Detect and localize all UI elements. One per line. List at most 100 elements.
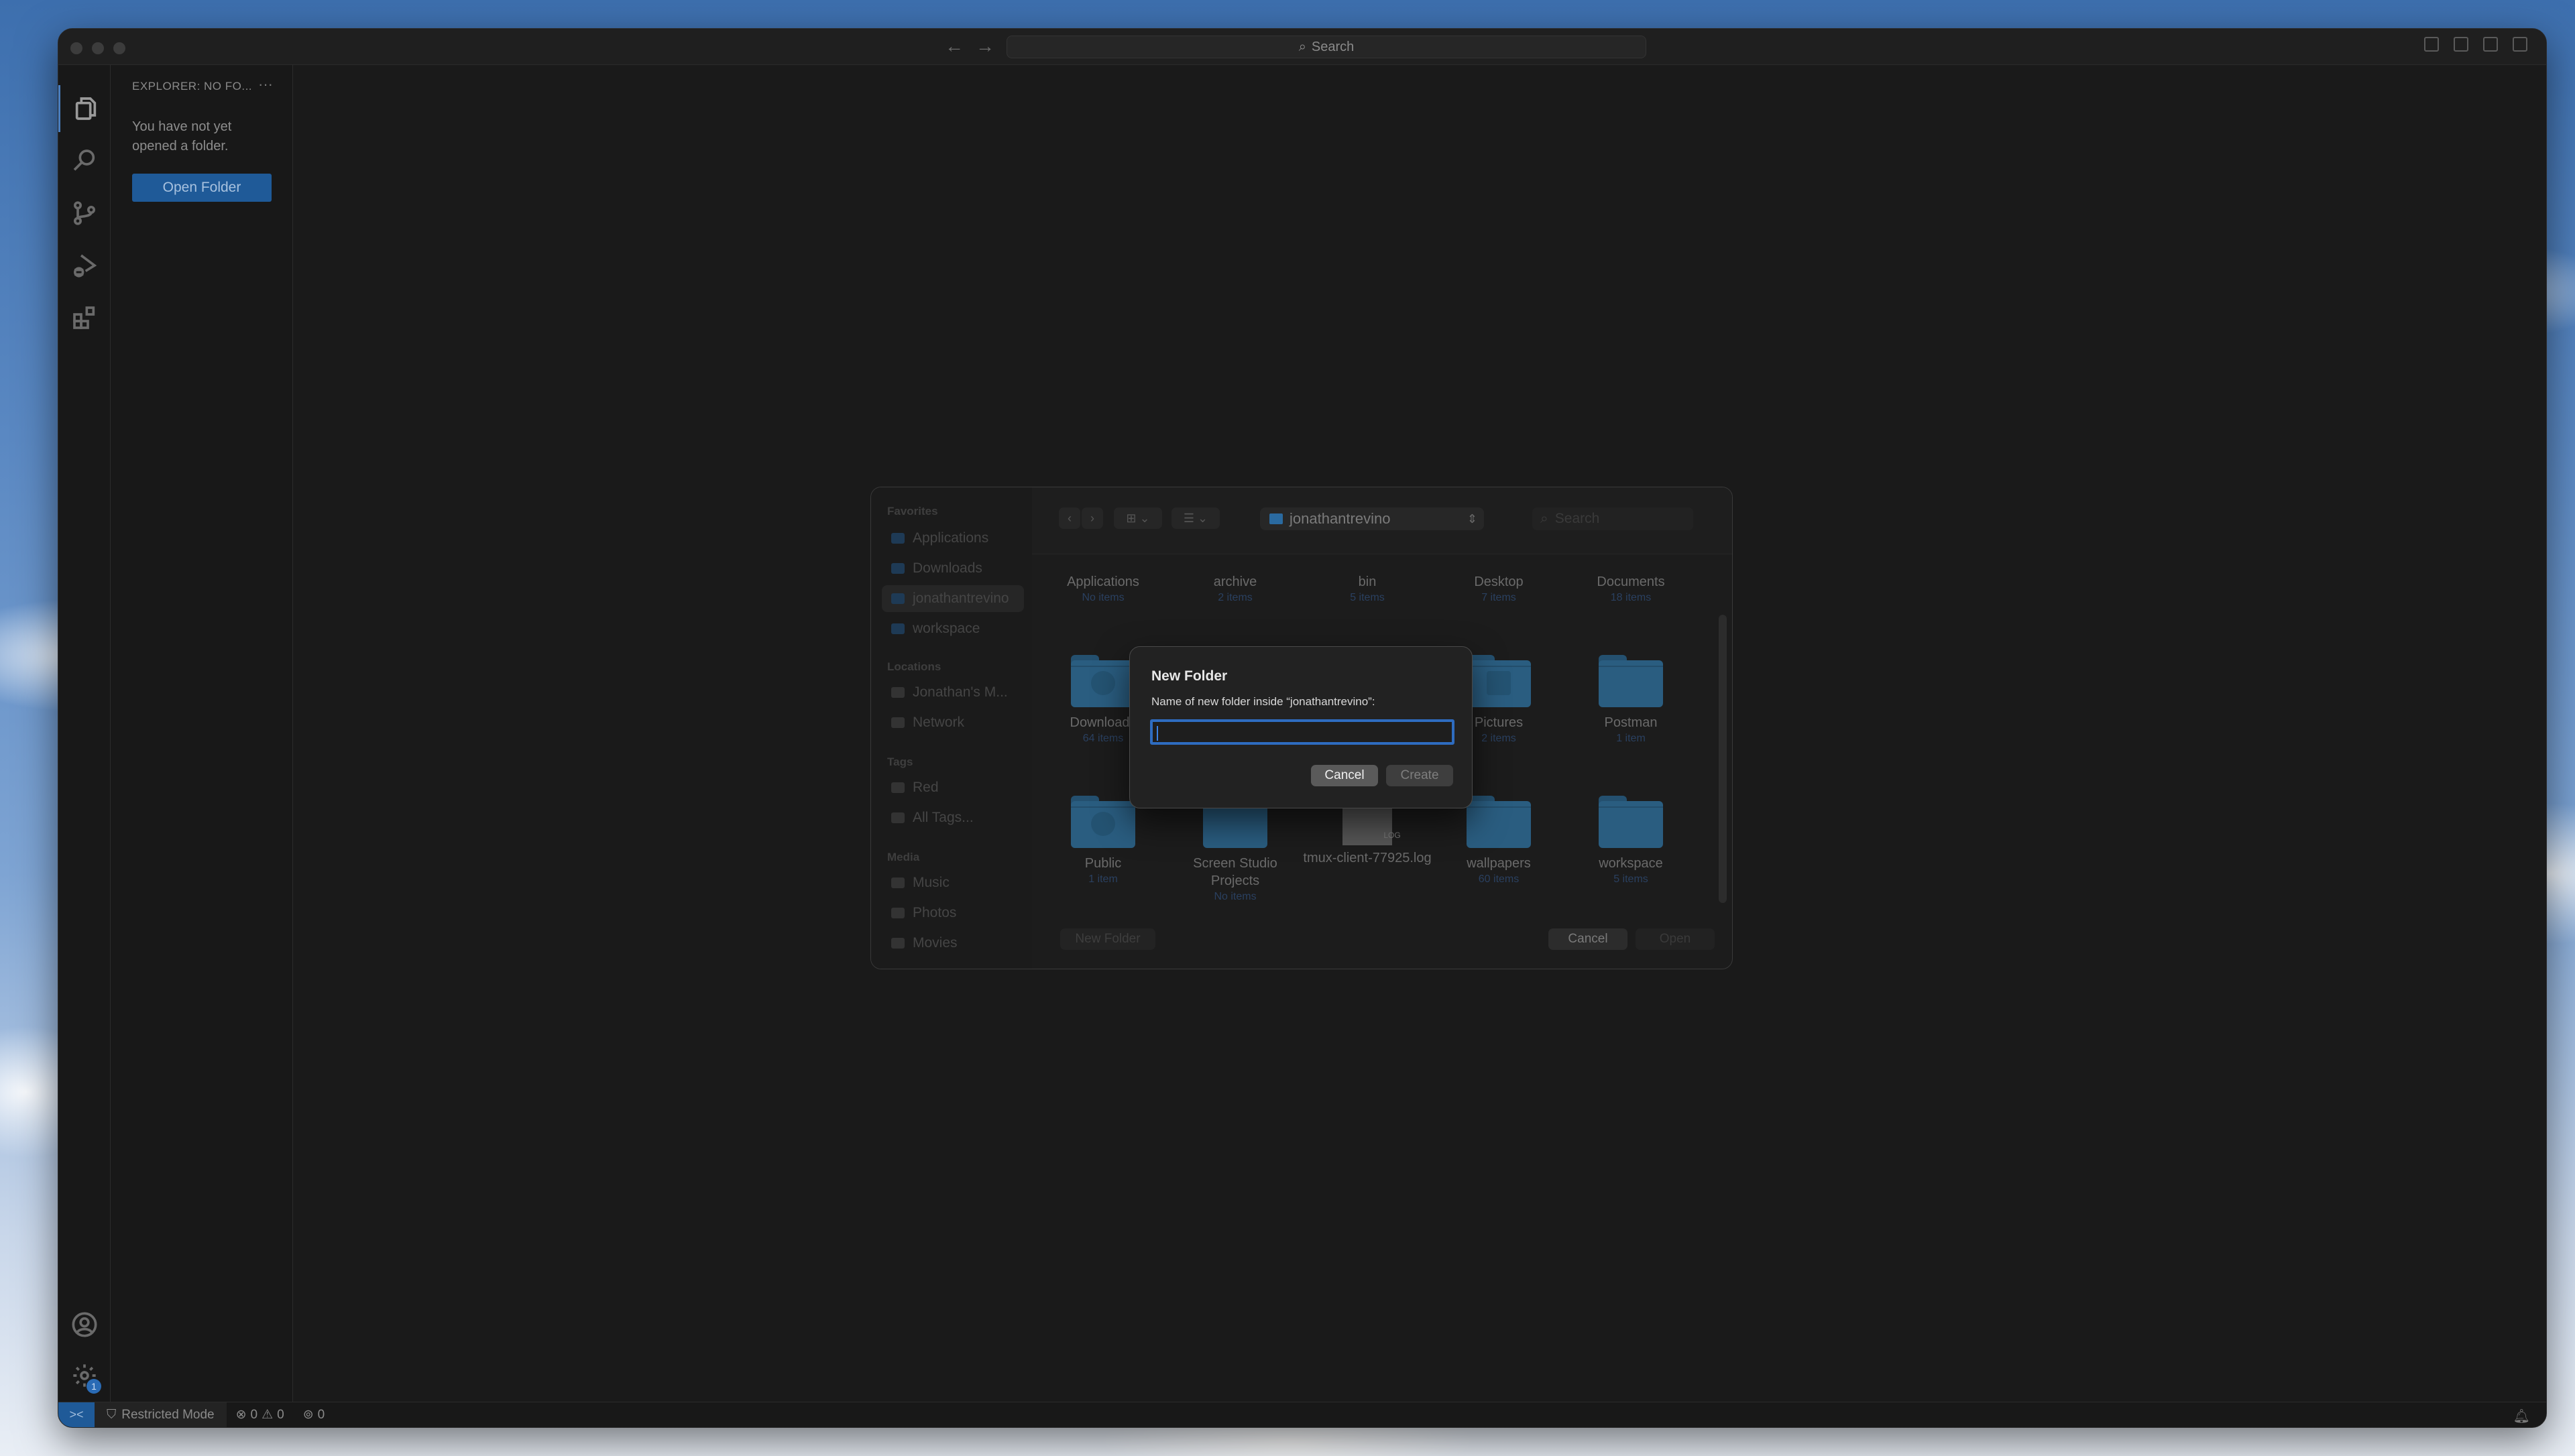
grid-item-workspace[interactable]: workspace 5 items bbox=[1565, 796, 1697, 886]
restricted-mode-indicator[interactable]: ⛉ Restricted Mode bbox=[95, 1402, 227, 1427]
command-center-search[interactable]: ⌕ Search bbox=[1007, 36, 1646, 58]
grid-item-screen-studio-projects[interactable]: Screen Studio Projects No items bbox=[1169, 796, 1301, 903]
public-sign-icon bbox=[1091, 812, 1115, 836]
sidebar-item-network[interactable]: Network bbox=[882, 709, 1024, 736]
files-icon bbox=[75, 97, 96, 120]
path-popup[interactable]: jonathantrevino ⇕ bbox=[1260, 507, 1484, 530]
explorer-sidebar: EXPLORER: NO FO... ··· You have not yet … bbox=[111, 65, 293, 1402]
downloads-icon bbox=[891, 563, 905, 574]
activity-manage[interactable]: 1 bbox=[58, 1352, 111, 1399]
grid-item-desktop[interactable]: Desktop 7 items bbox=[1433, 573, 1564, 604]
navigation-arrows: ← → bbox=[945, 36, 994, 57]
sidebar-item-downloads[interactable]: Downloads bbox=[882, 555, 1024, 582]
sidebar-item-movies[interactable]: Movies bbox=[882, 930, 1024, 957]
toggle-primary-sidebar-icon[interactable] bbox=[2424, 37, 2439, 52]
sheet-title: New Folder bbox=[1151, 668, 1228, 684]
activity-accounts[interactable] bbox=[58, 1301, 111, 1348]
extensions-icon bbox=[73, 306, 95, 329]
command-center-label: Search bbox=[1311, 39, 1355, 54]
laptop-icon bbox=[891, 687, 905, 698]
broadcast-icon: ⊚ bbox=[302, 1408, 314, 1422]
dialog-search-field[interactable]: ⌕ Search bbox=[1532, 507, 1693, 530]
dialog-toolbar: ‹ › ⊞ ⌄ ☰ ⌄ jonathantrevino ⇕ ⌕ Search bbox=[1032, 487, 1732, 554]
folder-icon bbox=[1071, 796, 1135, 848]
sidebar-item-all-tags[interactable]: All Tags... bbox=[882, 804, 1024, 831]
activity-source-control[interactable] bbox=[58, 190, 111, 237]
warning-count: 0 bbox=[277, 1407, 284, 1422]
new-folder-button[interactable]: New Folder bbox=[1060, 928, 1155, 950]
sidebar-item-workspace[interactable]: workspace bbox=[882, 615, 1024, 642]
minimize-window-button[interactable] bbox=[92, 42, 104, 54]
error-icon: ⊗ bbox=[235, 1408, 247, 1422]
dialog-search-placeholder: Search bbox=[1554, 511, 1600, 526]
sidebar-item-music[interactable]: Music bbox=[882, 869, 1024, 896]
sidebar-item-tag-red[interactable]: Red bbox=[882, 774, 1024, 801]
folder-icon bbox=[1467, 796, 1531, 848]
download-arrow-icon bbox=[1091, 671, 1115, 695]
grid-item-archive[interactable]: archive 2 items bbox=[1169, 573, 1301, 604]
grid-scrollbar[interactable] bbox=[1719, 615, 1727, 903]
open-folder-button[interactable]: Open Folder bbox=[132, 174, 272, 202]
film-icon bbox=[891, 938, 905, 949]
arrow-left-icon[interactable]: ← bbox=[945, 36, 964, 57]
arrow-right-icon[interactable]: → bbox=[976, 36, 994, 57]
activity-extensions[interactable] bbox=[58, 294, 111, 341]
sheet-create-button[interactable]: Create bbox=[1386, 765, 1453, 786]
search-icon: ⌕ bbox=[1540, 511, 1548, 526]
zoom-window-button[interactable] bbox=[113, 42, 125, 54]
applications-icon bbox=[891, 533, 905, 544]
sidebar-item-computer[interactable]: Jonathan's M... bbox=[882, 679, 1024, 706]
path-label: jonathantrevino bbox=[1290, 510, 1391, 527]
account-icon bbox=[72, 1312, 97, 1337]
more-actions-icon[interactable]: ··· bbox=[258, 76, 273, 93]
toggle-panel-icon[interactable] bbox=[2454, 37, 2468, 52]
camera-icon bbox=[891, 908, 905, 918]
grid-item-wallpapers[interactable]: wallpapers 60 items bbox=[1433, 796, 1564, 886]
group-by-button[interactable]: ☰ ⌄ bbox=[1171, 507, 1220, 529]
dialog-cancel-button[interactable]: Cancel bbox=[1548, 928, 1627, 950]
folder-name-input[interactable] bbox=[1150, 719, 1454, 745]
sidebar-section-locations: Locations bbox=[887, 660, 941, 673]
dialog-open-button[interactable]: Open bbox=[1636, 928, 1715, 950]
view-mode-button[interactable]: ⊞ ⌄ bbox=[1114, 507, 1162, 529]
sheet-cancel-button[interactable]: Cancel bbox=[1311, 765, 1378, 786]
close-window-button[interactable] bbox=[70, 42, 82, 54]
sidebar-item-photos[interactable]: Photos bbox=[882, 900, 1024, 926]
customize-layout-icon[interactable] bbox=[2513, 37, 2527, 52]
home-icon bbox=[891, 593, 905, 604]
grid-item-bin[interactable]: bin 5 items bbox=[1302, 573, 1433, 604]
search-icon: ⌕ bbox=[1298, 39, 1306, 54]
grid-item-public[interactable]: Public 1 item bbox=[1037, 796, 1169, 886]
error-count: 0 bbox=[250, 1407, 258, 1422]
activity-bar: 1 bbox=[58, 65, 111, 1402]
run-debug-icon bbox=[74, 254, 97, 278]
toggle-secondary-sidebar-icon[interactable] bbox=[2483, 37, 2498, 52]
sidebar-item-applications[interactable]: Applications bbox=[882, 525, 1024, 552]
grid-item-applications[interactable]: Applications No items bbox=[1037, 573, 1169, 604]
folder-icon bbox=[1071, 655, 1135, 707]
layout-controls bbox=[2424, 37, 2527, 52]
sidebar-item-home[interactable]: jonathantrevino bbox=[882, 585, 1024, 612]
folder-icon bbox=[1467, 655, 1531, 707]
forward-button[interactable]: › bbox=[1082, 507, 1103, 529]
activity-search[interactable] bbox=[58, 137, 111, 184]
folder-name-prompt: Name of new folder inside “jonathantrevi… bbox=[1151, 695, 1375, 708]
grid-item-postman[interactable]: Postman 1 item bbox=[1565, 655, 1697, 745]
activity-explorer[interactable] bbox=[58, 85, 111, 132]
activity-run-debug[interactable] bbox=[58, 242, 111, 289]
grid-item-documents[interactable]: Documents 18 items bbox=[1565, 573, 1697, 604]
explorer-title: EXPLORER: NO FO... bbox=[132, 80, 253, 93]
bell-icon[interactable]: 🔔︎ bbox=[2513, 1408, 2530, 1424]
back-button[interactable]: ‹ bbox=[1059, 507, 1080, 529]
ports-indicator[interactable]: ⊚ 0 bbox=[294, 1407, 335, 1422]
dialog-sidebar: Favorites Applications Downloads jonatha… bbox=[871, 487, 1032, 969]
remote-icon[interactable]: >< bbox=[58, 1402, 95, 1427]
problems-indicator[interactable]: ⊗ 0 ⚠ 0 bbox=[227, 1407, 294, 1422]
restricted-mode-label: Restricted Mode bbox=[121, 1407, 215, 1422]
manage-badge: 1 bbox=[87, 1379, 101, 1394]
folder-icon bbox=[1599, 796, 1663, 848]
warning-icon: ⚠ bbox=[262, 1408, 274, 1422]
no-folder-message: You have not yet opened a folder. bbox=[132, 119, 232, 154]
status-bar: >< ⛉ Restricted Mode ⊗ 0 ⚠ 0 ⊚ 0 🔔︎ bbox=[58, 1402, 2546, 1427]
shield-icon: ⛉ bbox=[107, 1407, 117, 1422]
